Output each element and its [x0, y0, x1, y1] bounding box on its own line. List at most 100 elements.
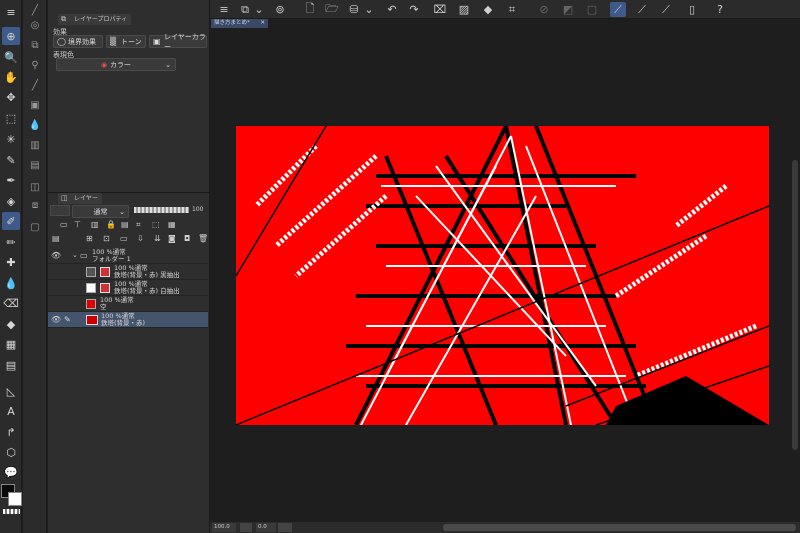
brush-tool-icon[interactable]: ✐ [2, 212, 20, 230]
frame-tool-icon[interactable]: ▤ [2, 356, 20, 374]
eye-icon[interactable]: 👁 [51, 315, 61, 324]
pattern-tool-icon[interactable]: ◈ [2, 192, 20, 210]
new-raster-layer-icon[interactable]: ⊞ [86, 234, 93, 243]
stabilization-icon[interactable]: ⟋ [610, 2, 626, 17]
pencil-tool-icon[interactable]: ✏ [2, 233, 20, 251]
undo-icon[interactable]: ↶ [384, 2, 400, 17]
pen-icon[interactable]: ╱ [27, 3, 43, 17]
clear-outside-icon[interactable]: ▨ [456, 2, 472, 17]
layer-row-white-extract[interactable]: 100 %通常 鉄塔(背景・赤) 白抽出 [48, 280, 208, 296]
layer-row-sky[interactable]: 100 %通常空 [48, 296, 208, 312]
merge-icon[interactable]: ⇊ [154, 234, 161, 243]
layer-property-icon[interactable]: ⧉ [27, 38, 43, 52]
fill-tool-icon[interactable]: ◆ [2, 315, 20, 333]
expression-color-select[interactable]: ◉ カラー ⌄ [56, 58, 176, 71]
color-set-icon[interactable]: ▤ [27, 158, 43, 172]
eye-icon[interactable]: 👁 [51, 251, 61, 260]
color-mode-dropdown[interactable] [50, 205, 70, 216]
help-icon[interactable]: ? [712, 2, 728, 17]
border-effect-button[interactable]: ◯ 境界効果 [53, 35, 103, 48]
pen-tool-icon[interactable]: ✒ [2, 171, 20, 189]
opacity-slider[interactable] [134, 207, 189, 213]
new-folder-icon[interactable]: ▭ [120, 234, 128, 243]
deselect-icon[interactable]: ⊘ [536, 2, 552, 17]
trash-icon[interactable]: 🗑 [198, 234, 208, 243]
chevron-down-icon[interactable]: ⌄ [72, 251, 78, 259]
material-icon[interactable]: ▣ [27, 98, 43, 112]
fill-icon[interactable]: ◆ [480, 2, 496, 17]
layer-row-tower[interactable]: 👁 ✎ 100 %通常 鉄塔(背景・赤) [48, 312, 208, 328]
menu-icon[interactable]: ≡ [216, 2, 232, 17]
rotation-slider[interactable] [278, 523, 292, 532]
move-tool-icon[interactable]: ✥ [2, 88, 20, 106]
layer-color-button[interactable]: ▣ レイヤーカラー [149, 33, 207, 51]
mask-apply-icon[interactable]: ◘ [184, 234, 190, 243]
eyedropper-icon[interactable]: ✎ [2, 151, 20, 169]
mask-add-icon[interactable]: ◙ [168, 234, 176, 243]
new-vector-layer-icon[interactable]: ⊡ [103, 234, 110, 243]
balloon-tool-icon[interactable]: 💬 [2, 463, 20, 481]
new-window-icon[interactable]: ⧉ [237, 2, 253, 17]
smartphone-icon[interactable]: ▯ [684, 2, 700, 17]
draft-icon[interactable]: ⬚ [152, 220, 160, 229]
chevron-down-icon[interactable]: ⌄ [254, 2, 264, 17]
new-folder-icon[interactable]: ▢ [27, 220, 43, 234]
panel-menu-icon[interactable]: ▤ [52, 234, 60, 243]
transfer-down-icon[interactable]: ⇩ [137, 234, 144, 243]
transparent-color-swatch[interactable] [3, 509, 20, 514]
open-file-icon[interactable]: 🗁 [324, 2, 340, 17]
pen-pressure-icon[interactable]: ⟋ [658, 2, 674, 17]
navigator-icon[interactable]: ◎ [27, 18, 43, 32]
operation-tool-icon[interactable]: ⊕ [2, 27, 20, 45]
layer-row-folder[interactable]: 👁 ⌄ ▭ 100 %通常 フォルダー 1 [48, 248, 208, 264]
history-icon[interactable]: ▥ [27, 138, 43, 152]
show-selection-icon[interactable]: ▢ [584, 2, 600, 17]
redo-icon[interactable]: ↷ [406, 2, 422, 17]
drop-icon[interactable]: 💧 [27, 118, 43, 132]
magic-wand-icon[interactable]: ✳ [2, 130, 20, 148]
chevron-down-icon[interactable]: ⌄ [364, 2, 374, 17]
color-icon[interactable]: ▦ [168, 220, 176, 229]
gradient-tool-icon[interactable]: ▦ [2, 335, 20, 353]
brush-size-icon[interactable]: ╱ [27, 78, 43, 92]
layers-stack-icon[interactable]: ⧈ [27, 198, 43, 212]
zoom-tool-icon[interactable]: 🔍 [2, 48, 20, 66]
ruler-tool-icon[interactable]: ◺ [2, 382, 20, 400]
eraser-icon[interactable]: ⌫ [2, 294, 20, 312]
canvas-artwork[interactable] [236, 126, 769, 425]
invert-selection-icon[interactable]: ◩ [560, 2, 576, 17]
close-icon[interactable]: ✕ [260, 19, 265, 28]
zoom-slider[interactable] [240, 523, 252, 532]
layers-icon[interactable]: ◫ [27, 180, 43, 194]
selection-tool-icon[interactable]: ⬚ [2, 109, 20, 127]
zoom-value[interactable]: 100.0 [212, 523, 236, 532]
sub-color-swatch[interactable] [8, 492, 22, 506]
layer-row-black-extract[interactable]: 100 %通常 鉄塔(背景・赤) 黒抽出 [48, 264, 208, 280]
clip-icon[interactable]: ▭ [60, 220, 68, 229]
transform-icon[interactable]: ⌗ [504, 2, 520, 17]
new-file-icon[interactable]: 🗋 [302, 2, 318, 17]
search-layer-icon[interactable]: ⚲ [27, 58, 43, 72]
text-tool-icon[interactable]: A [2, 402, 20, 420]
horizontal-scrollbar[interactable] [443, 524, 796, 531]
brush-correction-icon[interactable]: ⟋ [634, 2, 650, 17]
blend-tool-icon[interactable]: 💧 [2, 274, 20, 292]
figure-tool-icon[interactable]: ⬡ [2, 443, 20, 461]
canvas-tab[interactable]: 描き方まとめ* ✕ [211, 19, 268, 28]
tab-layer-property[interactable]: ⧉ レイヤープロパティ [58, 14, 132, 25]
menu-icon[interactable]: ≡ [2, 3, 20, 21]
lock-icon[interactable]: 🔒 [106, 220, 116, 229]
correct-line-icon[interactable]: ↱ [2, 423, 20, 441]
blend-mode-select[interactable]: 通常 ⌄ [72, 205, 129, 218]
rotation-value[interactable]: 0.0 [256, 523, 276, 532]
show-panels-icon[interactable]: ⊚ [272, 2, 288, 17]
ruler-icon[interactable]: ⌗ [136, 220, 141, 230]
lock-transparent-icon[interactable]: ▥ [91, 220, 99, 229]
clear-icon[interactable]: ⌧ [432, 2, 448, 17]
tab-layer[interactable]: ◫ レイヤー [58, 193, 102, 204]
save-icon[interactable]: ⛁ [346, 2, 362, 17]
mask-icon[interactable]: ▤ [121, 220, 129, 229]
vertical-scrollbar[interactable] [792, 160, 798, 450]
hand-tool-icon[interactable]: ✋ [2, 68, 20, 86]
decoration-tool-icon[interactable]: ✚ [2, 253, 20, 271]
